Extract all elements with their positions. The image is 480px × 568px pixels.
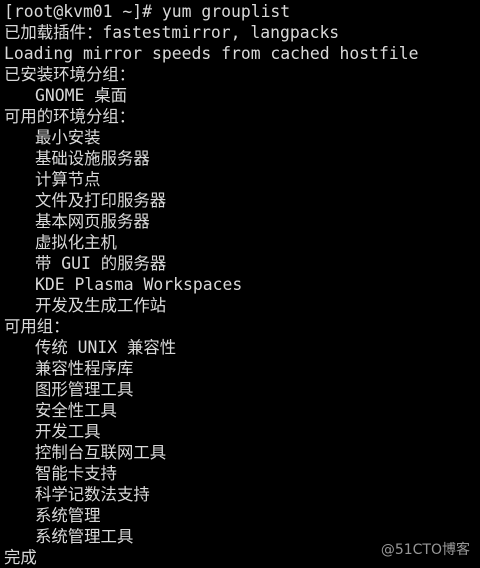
available-group-item: 安全性工具	[35, 401, 117, 420]
available-env-item: 计算节点	[35, 170, 101, 189]
available-group-item: 控制台互联网工具	[35, 443, 167, 462]
available-group-item: 开发工具	[35, 422, 101, 441]
terminal-window[interactable]: [root@kvm01 ~]# yum grouplist 已加载插件：fast…	[0, 0, 480, 568]
available-env-item: 带 GUI 的服务器	[35, 254, 167, 273]
available-env-item: 最小安装	[35, 128, 101, 147]
available-group-item: 科学记数法支持	[35, 485, 150, 504]
watermark-logo: @51CTO博客	[380, 542, 470, 558]
available-env-item: KDE Plasma Workspaces	[35, 275, 243, 294]
available-group-item: 图形管理工具	[35, 380, 134, 399]
loading-line: Loading mirror speeds from cached hostfi…	[4, 44, 419, 63]
available-env-item: 基本网页服务器	[35, 212, 150, 231]
available-env-item: 文件及打印服务器	[35, 191, 167, 210]
available-group-item: 智能卡支持	[35, 464, 117, 483]
available-group-item: 传统 UNIX 兼容性	[35, 338, 177, 357]
available-groups-header: 可用组：	[4, 317, 70, 336]
available-env-item: 开发及生成工作站	[35, 296, 167, 315]
plugins-line: 已加载插件：fastestmirror, langpacks	[4, 23, 340, 42]
available-env-header: 可用的环境分组：	[4, 107, 136, 126]
available-group-item: 兼容性程序库	[35, 359, 134, 378]
terminal-output: [root@kvm01 ~]# yum grouplist 已加载插件：fast…	[4, 1, 480, 568]
installed-env-item: GNOME 桌面	[35, 86, 127, 105]
command-prompt-line: [root@kvm01 ~]# yum grouplist	[4, 2, 291, 21]
available-group-item: 系统管理	[35, 506, 101, 525]
installed-env-header: 已安装环境分组：	[4, 65, 136, 84]
available-env-item: 虚拟化主机	[35, 233, 117, 252]
available-env-item: 基础设施服务器	[35, 149, 150, 168]
